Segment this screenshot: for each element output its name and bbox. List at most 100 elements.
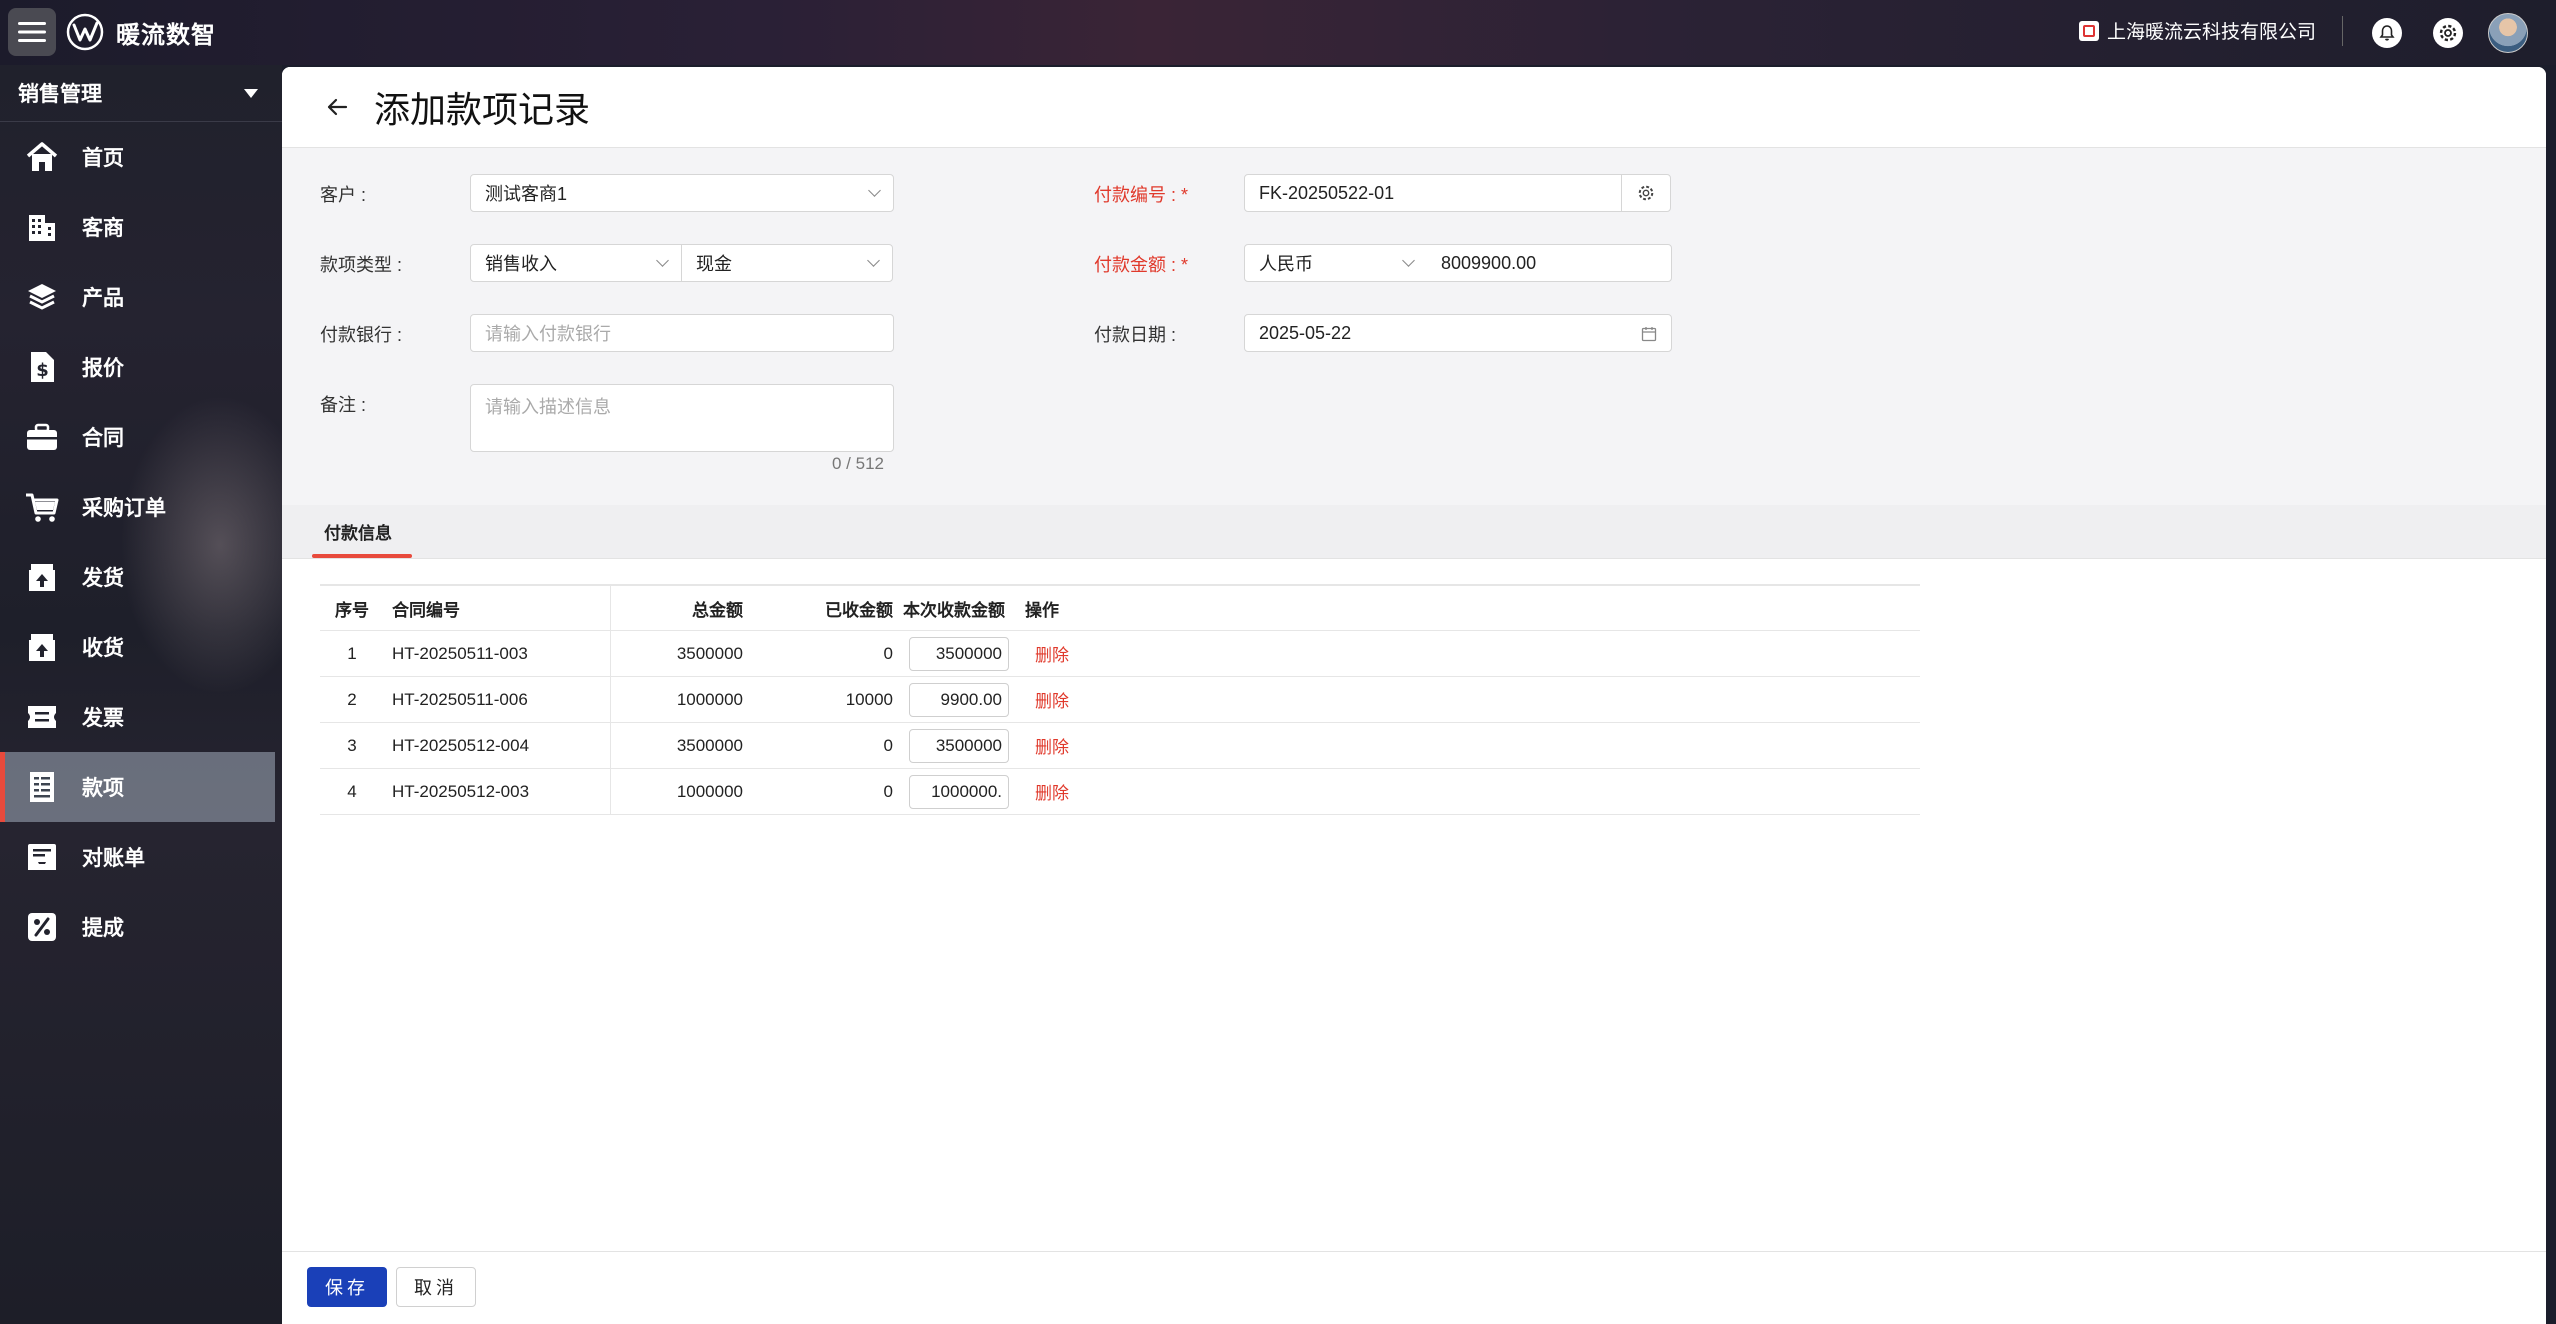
sidebar-item-home[interactable]: 首页 (0, 122, 282, 192)
payment-no-settings-button[interactable] (1621, 174, 1671, 212)
amount-input[interactable] (909, 774, 1009, 809)
cancel-button[interactable]: 取消 (396, 1267, 476, 1307)
gear-icon (2439, 24, 2457, 42)
col-header-total: 总金额 (610, 584, 751, 631)
payment-form: 客户 : 测试客商1 款项类型 : 销售收入 现金 付款银行 : 请输入付款银行… (282, 148, 2546, 505)
currency-value: 人民币 (1259, 254, 1313, 274)
table-row: 1 HT-20250511-003 3500000 0 删除 (320, 630, 1920, 677)
save-button[interactable]: 保存 (307, 1267, 387, 1307)
sidebar-item-label: 报价 (82, 357, 124, 380)
currency-select[interactable]: 人民币 (1259, 245, 1419, 281)
row-contract-no: HT-20250512-004 (384, 722, 611, 769)
amount-input[interactable] (909, 728, 1009, 763)
user-avatar[interactable] (2488, 13, 2528, 53)
module-name: 销售管理 (18, 83, 102, 106)
sidebar-item-statements[interactable]: 对账单 (0, 822, 282, 892)
row-actions: 删除 (1017, 768, 1920, 815)
row-contract-no: HT-20250511-003 (384, 630, 611, 677)
payment-date-picker[interactable]: 2025-05-22 (1244, 314, 1672, 352)
sidebar-item-label: 发货 (82, 567, 124, 590)
row-index: 2 (320, 676, 384, 723)
delete-link[interactable]: 删除 (1035, 738, 1069, 757)
hamburger-icon (18, 22, 46, 42)
col-header-received: 已收金额 (751, 584, 901, 631)
form-footer: 保存 取消 (282, 1251, 2546, 1324)
svg-text:$: $ (36, 360, 49, 381)
row-amount-cell (901, 768, 1017, 815)
delete-link[interactable]: 删除 (1035, 784, 1069, 803)
module-selector[interactable]: 销售管理 (0, 65, 282, 122)
payment-no-input[interactable]: FK-20250522-01 (1244, 174, 1622, 212)
remark-textarea[interactable]: 请输入描述信息 (470, 384, 894, 452)
row-total: 1000000 (610, 676, 751, 723)
sidebar-item-invoices[interactable]: 发票 (0, 682, 282, 752)
row-index: 1 (320, 630, 384, 677)
back-button[interactable] (322, 92, 352, 122)
bank-input[interactable]: 请输入付款银行 (470, 314, 894, 352)
sidebar-item-label: 首页 (82, 147, 124, 170)
calendar-icon (1641, 327, 1657, 342)
company-switcher[interactable]: 上海暖流云科技有限公司 (2078, 17, 2316, 44)
brand-logo-icon (66, 13, 104, 51)
sidebar-item-quotes[interactable]: $ 报价 (0, 332, 282, 402)
chevron-down-icon (868, 184, 881, 197)
row-received: 10000 (751, 676, 901, 723)
bank-placeholder: 请输入付款银行 (485, 324, 611, 344)
sidebar-item-label: 客商 (82, 217, 124, 240)
payment-method-value: 现金 (696, 254, 732, 274)
row-received: 0 (751, 722, 901, 769)
sidebar-item-products[interactable]: 产品 (0, 262, 282, 332)
sidebar-item-payments[interactable]: 款项 (0, 752, 275, 822)
notification-button[interactable] (2372, 18, 2402, 48)
briefcase-icon (24, 419, 60, 455)
row-received: 0 (751, 768, 901, 815)
sidebar-item-label: 合同 (82, 427, 124, 450)
col-header-amount: 本次收款金额 (901, 584, 1017, 631)
col-header-actions: 操作 (1017, 584, 1920, 631)
sidebar-item-commission[interactable]: 提成 (0, 892, 282, 962)
home-icon (24, 139, 60, 175)
dollar-doc-icon: $ (24, 349, 60, 385)
row-index: 3 (320, 722, 384, 769)
bell-icon (2379, 25, 2395, 41)
sidebar-item-receiving[interactable]: 收货 (0, 612, 282, 682)
sidebar-item-label: 对账单 (82, 847, 145, 870)
remark-char-count: 0 / 512 (832, 454, 884, 473)
delete-link[interactable]: 删除 (1035, 692, 1069, 711)
tab-payment-info[interactable]: 付款信息 (308, 505, 412, 558)
amount-input[interactable] (909, 682, 1009, 717)
sidebar-item-label: 收货 (82, 637, 124, 660)
customer-select[interactable]: 测试客商1 (470, 174, 894, 212)
row-amount-cell (901, 722, 1017, 769)
statement-icon (24, 839, 60, 875)
sidebar-item-shipping[interactable]: 发货 (0, 542, 282, 612)
row-received: 0 (751, 630, 901, 677)
box-in-icon (24, 629, 60, 665)
page-title: 添加款项记录 (374, 89, 591, 130)
sidebar-item-customers[interactable]: 客商 (0, 192, 282, 262)
topbar-divider (2342, 16, 2343, 46)
delete-link[interactable]: 删除 (1035, 646, 1069, 665)
amount-input[interactable]: 8009900.00 (1441, 253, 1536, 274)
percent-icon (24, 909, 60, 945)
receipt-icon (24, 769, 60, 805)
sidebar-item-label: 发票 (82, 707, 124, 730)
row-index: 4 (320, 768, 384, 815)
sidebar-item-contracts[interactable]: 合同 (0, 402, 282, 472)
row-total: 3500000 (610, 722, 751, 769)
sidebar-item-purchase-orders[interactable]: 采购订单 (0, 472, 282, 542)
cart-icon (24, 489, 60, 525)
payment-no-value: FK-20250522-01 (1259, 182, 1395, 203)
building-icon (24, 209, 60, 245)
hamburger-menu-button[interactable] (8, 8, 56, 56)
row-total: 3500000 (610, 630, 751, 677)
table-row: 3 HT-20250512-004 3500000 0 删除 (320, 722, 1920, 769)
settings-button[interactable] (2433, 18, 2463, 48)
payment-type-select[interactable]: 销售收入 (470, 244, 682, 282)
bank-label: 付款银行 : (320, 325, 403, 345)
tab-label: 付款信息 (324, 524, 392, 543)
box-up-icon (24, 559, 60, 595)
payment-method-select[interactable]: 现金 (681, 244, 893, 282)
amount-input[interactable] (909, 636, 1009, 671)
chevron-down-icon (867, 254, 880, 267)
